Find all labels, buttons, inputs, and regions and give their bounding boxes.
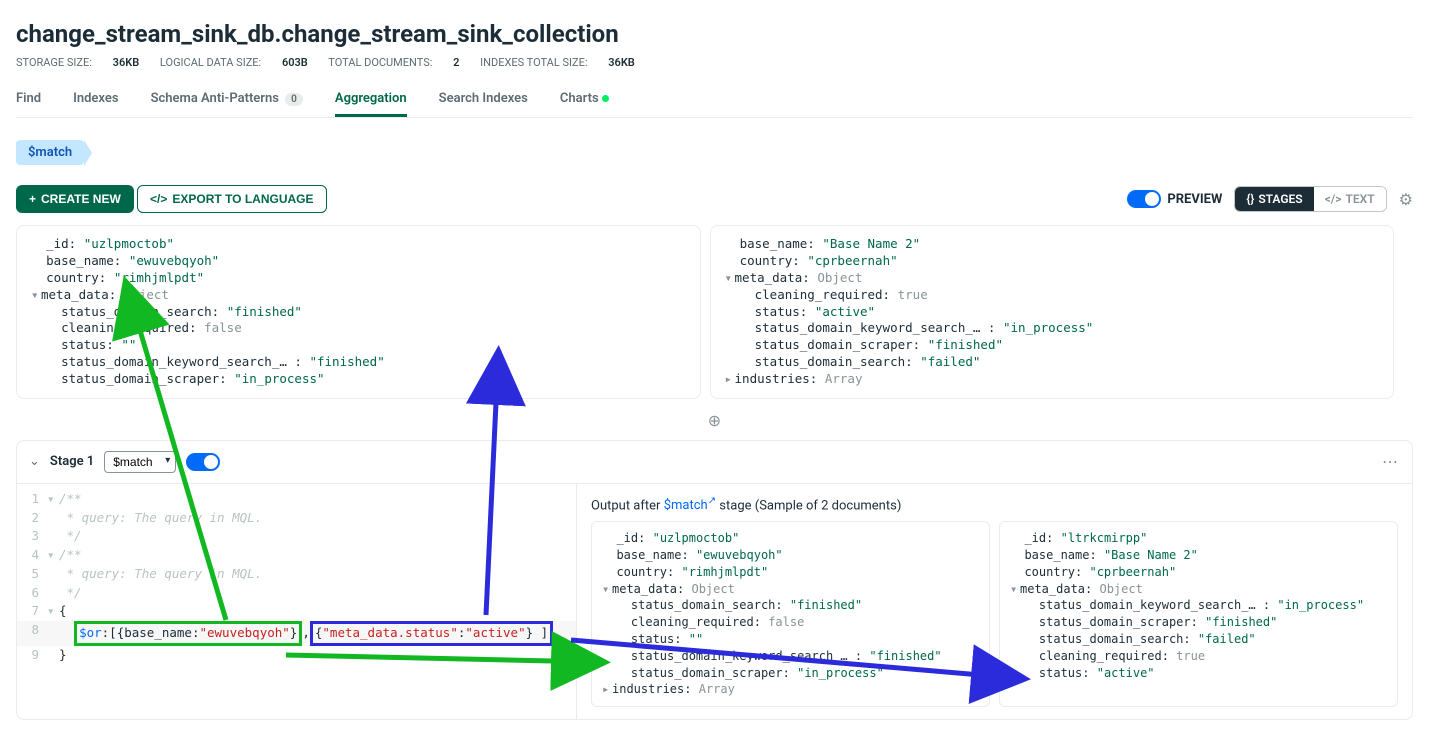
plus-icon: + — [29, 192, 36, 206]
caret-down-icon[interactable]: ▾ — [725, 270, 735, 287]
chevron-down-icon[interactable]: ⌄ — [29, 454, 40, 469]
more-icon[interactable]: ⋯ — [1382, 452, 1400, 471]
caret-down-icon[interactable]: ▾ — [602, 581, 612, 598]
stage-operator-select[interactable]: $match — [104, 451, 176, 473]
view-segmented: {}STAGES </>TEXT — [1234, 186, 1386, 212]
output-doc-2: _id: "ltrkcmirpp" base_name: "Base Name … — [999, 521, 1398, 707]
tab-indexes[interactable]: Indexes — [73, 83, 118, 117]
add-stage-button[interactable]: ⊕ — [16, 407, 1413, 434]
caret-right-icon[interactable]: ▸ — [602, 681, 612, 698]
output-title: Output after $match↗ stage (Sample of 2 … — [591, 496, 1398, 513]
preview-toggle[interactable] — [1127, 190, 1161, 208]
output-pane: Output after $match↗ stage (Sample of 2 … — [577, 484, 1412, 719]
stage-header: ⌄ Stage 1 $match ⋯ — [17, 441, 1412, 484]
sample-doc-2: base_name: "Base Name 2" country: "cprbe… — [710, 225, 1395, 399]
code-icon: </> — [1325, 192, 1342, 206]
braces-icon: {} — [1246, 192, 1254, 206]
sample-doc-1: _id: "uzlpmoctob" base_name: "ewuvebqyoh… — [16, 225, 701, 399]
toolbar: +CREATE NEW </>EXPORT TO LANGUAGE PREVIE… — [16, 179, 1413, 225]
caret-down-icon[interactable]: ▾ — [1010, 581, 1020, 598]
tab-charts[interactable]: Charts — [560, 83, 609, 117]
match-doc-link[interactable]: $match↗ — [664, 498, 716, 513]
tab-bar: Find Indexes Schema Anti-Patterns 0 Aggr… — [16, 83, 1413, 118]
caret-right-icon[interactable]: ▸ — [725, 371, 735, 388]
caret-down-icon[interactable]: ▾ — [31, 287, 41, 304]
collection-stats: STORAGE SIZE: 36KB LOGICAL DATA SIZE: 60… — [16, 56, 1413, 69]
output-doc-1: _id: "uzlpmoctob" base_name: "ewuvebqyoh… — [591, 521, 990, 707]
stage-toggle[interactable] — [186, 453, 220, 471]
tab-search-indexes[interactable]: Search Indexes — [439, 83, 528, 117]
stage-pill-match[interactable]: $match — [16, 140, 84, 165]
code-editor[interactable]: 1▾/** 2 * query: The query in MQL. 3 */ … — [17, 484, 577, 719]
create-new-button[interactable]: +CREATE NEW — [16, 185, 134, 213]
stages-view-button[interactable]: {}STAGES — [1235, 187, 1313, 211]
stage-title: Stage 1 — [50, 454, 94, 469]
gear-icon[interactable]: ⚙ — [1399, 190, 1413, 209]
external-link-icon: ↗ — [708, 496, 716, 507]
schema-badge: 0 — [285, 93, 303, 106]
stage-panel: ⌄ Stage 1 $match ⋯ 1▾/** 2 * query: The … — [16, 440, 1413, 720]
preview-label: PREVIEW — [1167, 192, 1222, 207]
collection-header: change_stream_sink_db.change_stream_sink… — [16, 0, 1413, 126]
charts-dot-icon — [602, 95, 609, 102]
export-button[interactable]: </>EXPORT TO LANGUAGE — [137, 185, 326, 213]
tab-schema[interactable]: Schema Anti-Patterns 0 — [151, 83, 303, 117]
collection-title: change_stream_sink_db.change_stream_sink… — [16, 20, 1413, 48]
tab-aggregation[interactable]: Aggregation — [335, 83, 407, 117]
code-icon: </> — [150, 192, 167, 206]
sample-documents-row: _id: "uzlpmoctob" base_name: "ewuvebqyoh… — [16, 225, 1413, 399]
text-view-button[interactable]: </>TEXT — [1314, 187, 1386, 211]
tab-find[interactable]: Find — [16, 83, 41, 117]
pipeline-pill-row: $match — [16, 126, 1413, 179]
